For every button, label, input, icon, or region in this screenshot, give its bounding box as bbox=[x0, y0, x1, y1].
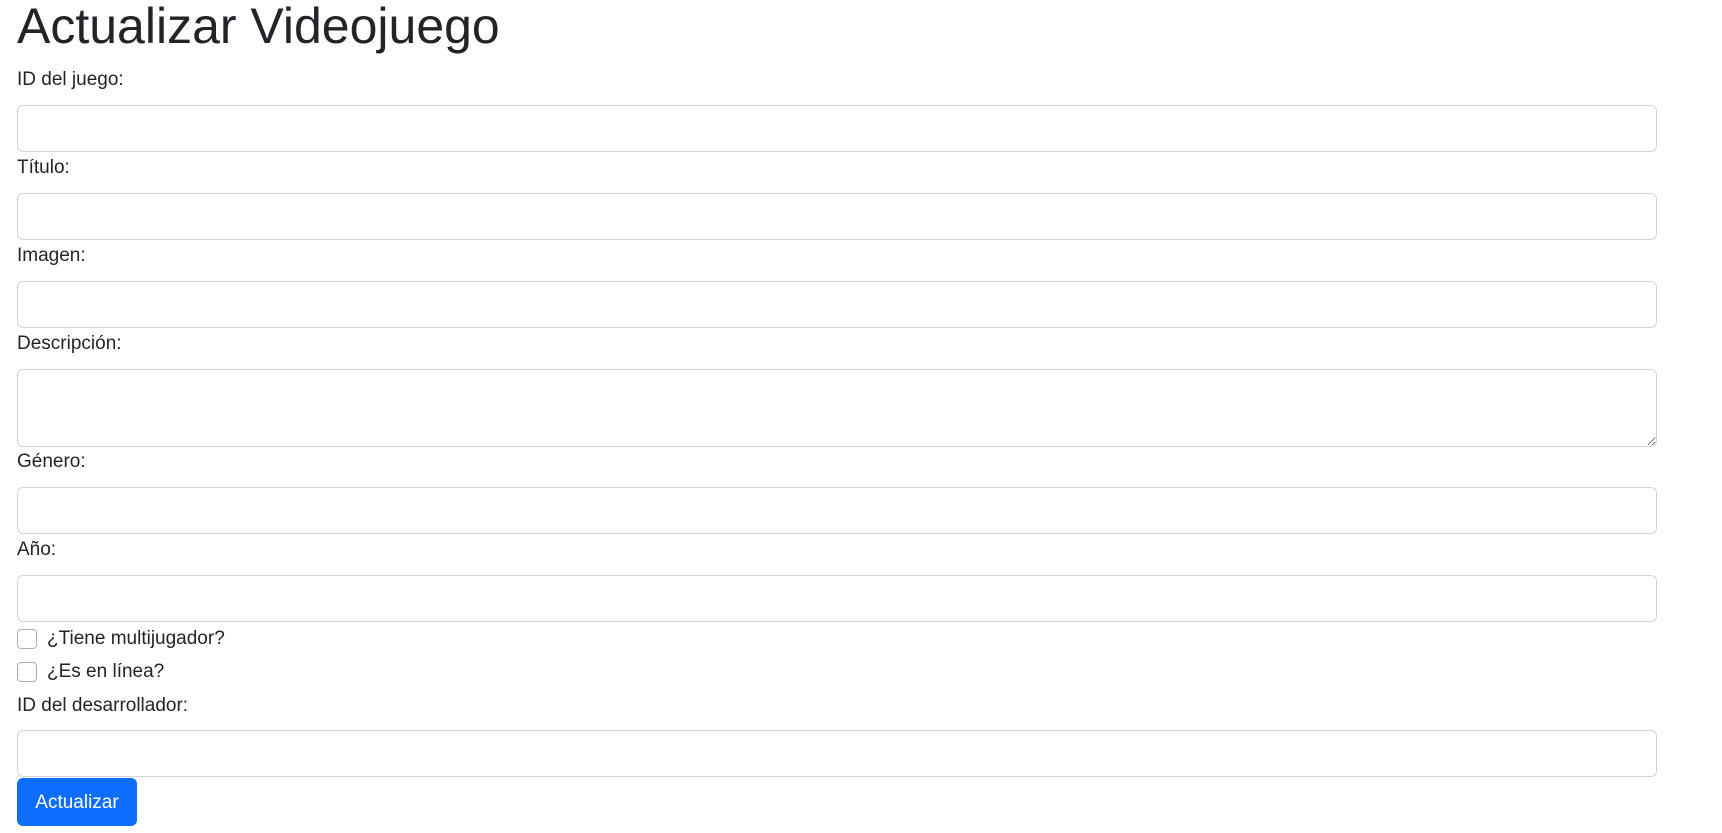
online-label: ¿Es en línea? bbox=[47, 661, 165, 682]
update-videogame-page: Actualizar Videojuego ID del juego: Títu… bbox=[0, 0, 1722, 833]
developer-id-input[interactable] bbox=[17, 730, 1657, 777]
description-textarea[interactable] bbox=[17, 369, 1657, 447]
online-option[interactable]: ¿Es en línea? bbox=[17, 660, 164, 684]
image-input[interactable] bbox=[17, 281, 1657, 328]
year-label: Año: bbox=[17, 539, 57, 560]
online-checkbox[interactable] bbox=[17, 662, 37, 682]
game-id-label: ID del juego: bbox=[17, 69, 124, 90]
title-input[interactable] bbox=[17, 193, 1657, 240]
game-id-input[interactable] bbox=[17, 105, 1657, 152]
update-button[interactable]: Actualizar bbox=[17, 778, 137, 826]
description-label: Descripción: bbox=[17, 333, 122, 354]
genre-input[interactable] bbox=[17, 487, 1657, 534]
image-label: Imagen: bbox=[17, 245, 86, 266]
year-input[interactable] bbox=[17, 575, 1657, 622]
page-title: Actualizar Videojuego bbox=[17, 0, 500, 54]
multiplayer-option[interactable]: ¿Tiene multijugador? bbox=[17, 627, 225, 651]
title-label: Título: bbox=[17, 157, 70, 178]
multiplayer-checkbox[interactable] bbox=[17, 629, 37, 649]
genre-label: Género: bbox=[17, 451, 86, 472]
multiplayer-label: ¿Tiene multijugador? bbox=[47, 628, 225, 649]
developer-id-label: ID del desarrollador: bbox=[17, 695, 189, 716]
